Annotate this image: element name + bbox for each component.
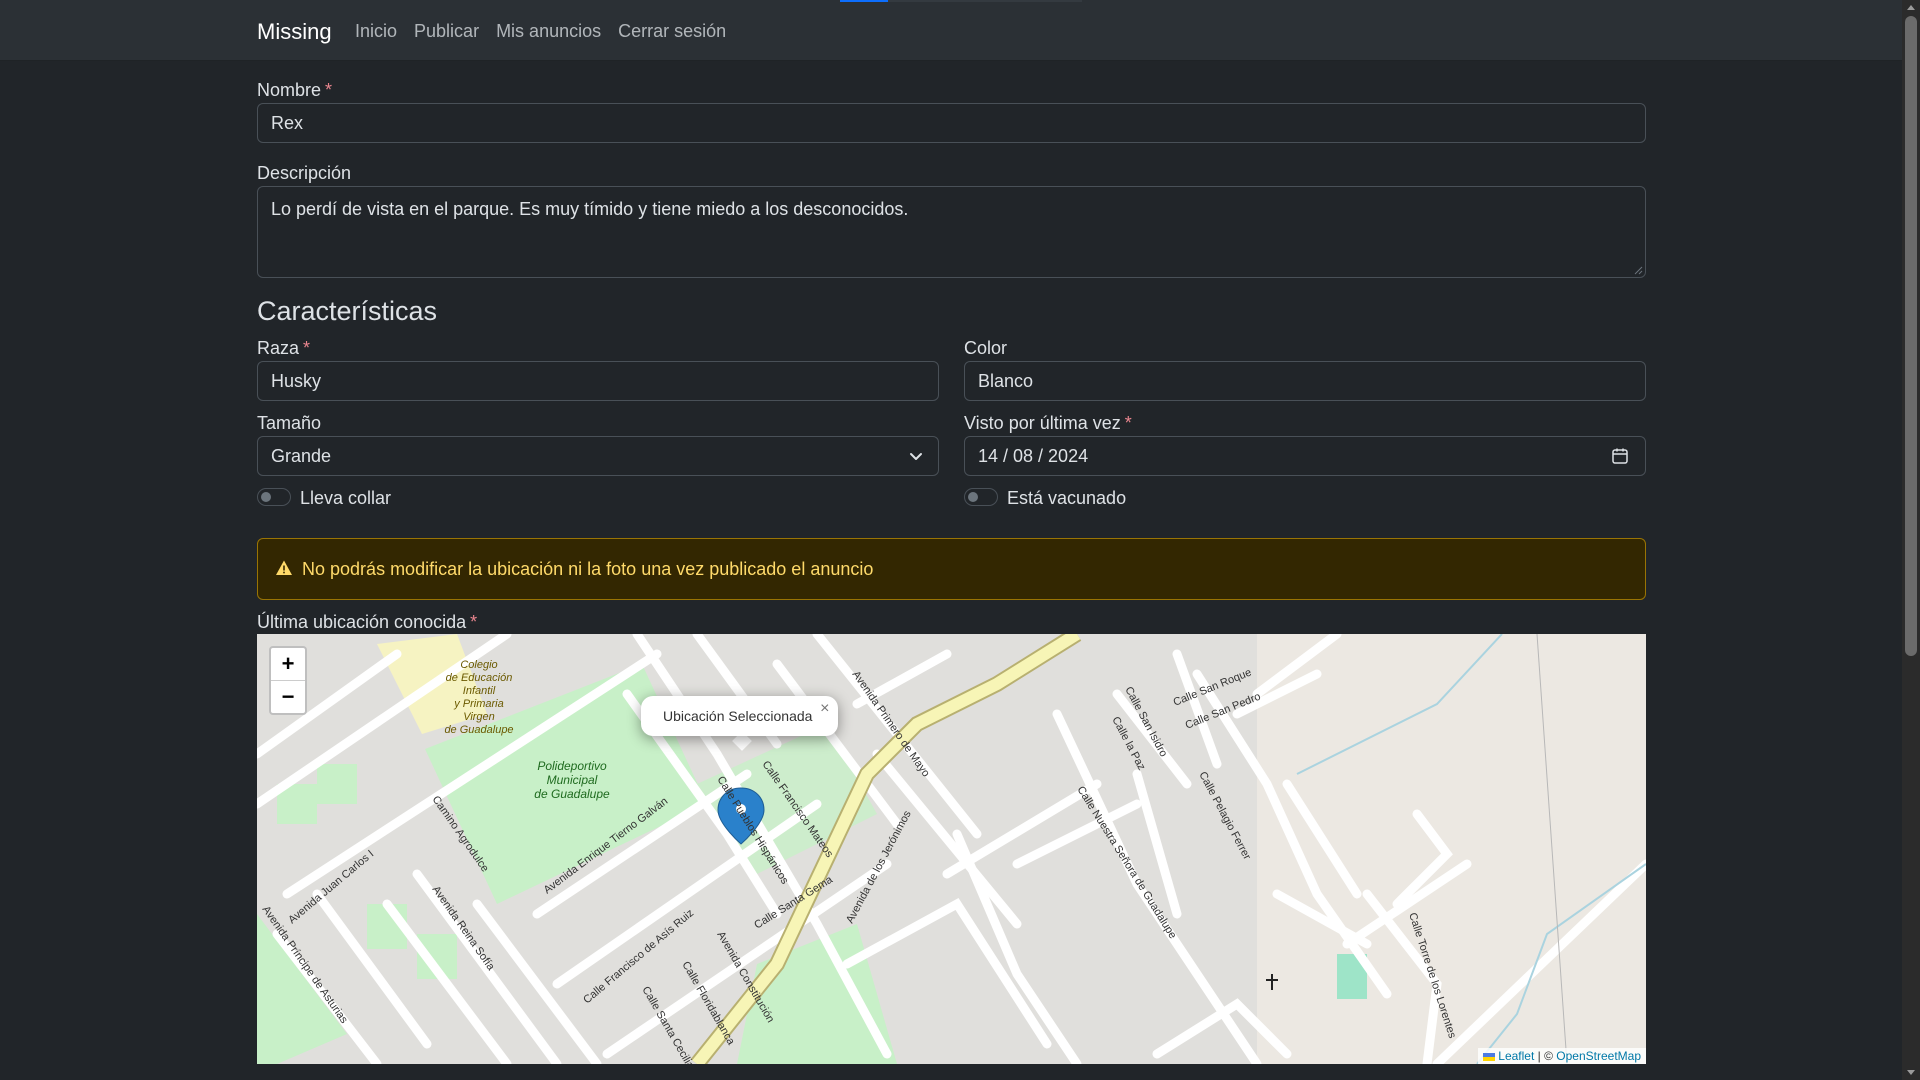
visto-date-input[interactable]: 14 / 08 / 2024 [964, 436, 1646, 476]
color-input[interactable]: Blanco [964, 361, 1646, 401]
collar-label: Lleva collar [300, 488, 392, 508]
location-map[interactable]: Colegio de Educación Infantil y Primaria Vir… [257, 634, 1646, 1064]
descripcion-textarea[interactable]: Lo perdí de vista en el parque. Es muy t… [257, 186, 1646, 278]
nav-link-publicar[interactable]: Publicar [414, 21, 479, 42]
nombre-input[interactable]: Rex [257, 103, 1646, 143]
tamano-label: Tamaño [257, 413, 322, 433]
tamano-select[interactable]: Grande [257, 436, 939, 476]
warning-text: No podrás modificar la ubicación ni la f… [302, 559, 874, 579]
raza-label: Raza * [257, 338, 311, 358]
map-attribution: Leaflet | © OpenStreetMap [1477, 1048, 1646, 1064]
nav-link-cerrar-sesion[interactable]: Cerrar sesión [618, 21, 726, 42]
navbar: Missing Inicio Publicar Mis anuncios Cer… [0, 0, 1902, 61]
popup-close-button[interactable]: × [820, 700, 829, 718]
descripcion-text: Lo perdí de vista en el parque. Es muy t… [271, 199, 909, 219]
scrollbar-thumb[interactable] [1905, 16, 1917, 656]
page-scrollbar[interactable] [1902, 0, 1920, 1080]
descripcion-label: Descripción [257, 163, 352, 183]
osm-link[interactable]: OpenStreetMap [1556, 1049, 1641, 1063]
leaflet-link[interactable]: Leaflet [1498, 1049, 1534, 1063]
loading-bar [840, 0, 1082, 2]
section-title: Características [257, 296, 438, 326]
warning-alert: No podrás modificar la ubicación ni la f… [257, 538, 1646, 600]
chevron-down-icon [910, 453, 922, 460]
zoom-in-button[interactable]: + [271, 648, 305, 681]
zoom-controls: + − [269, 646, 307, 715]
popup-text: Ubicación Seleccionada [663, 708, 813, 724]
resize-grip-icon[interactable] [1633, 265, 1643, 275]
ubicacion-label: Última ubicación conocida * [257, 612, 478, 632]
visto-date-value: 14 / 08 / 2024 [978, 446, 1089, 466]
vacunado-label: Está vacunado [1007, 488, 1127, 508]
calendar-icon[interactable] [1611, 447, 1629, 465]
location-popup: Ubicación Seleccionada × [641, 696, 839, 736]
nombre-label: Nombre * [257, 80, 333, 100]
vacunado-switch[interactable] [964, 488, 998, 506]
nav-link-mis-anuncios[interactable]: Mis anuncios [496, 21, 601, 42]
map-tiles[interactable]: Colegio de Educación Infantil y Primaria Vir… [257, 634, 1646, 1064]
tamano-value: Grande [271, 446, 332, 466]
scroll-up-icon[interactable] [1907, 5, 1915, 10]
scroll-down-icon[interactable] [1907, 1070, 1915, 1075]
zoom-out-button[interactable]: − [271, 681, 305, 713]
visto-label: Visto por última vez * [964, 413, 1132, 433]
warning-icon [276, 560, 292, 575]
nav-link-inicio[interactable]: Inicio [355, 21, 397, 42]
raza-input[interactable]: Husky [257, 361, 939, 401]
color-label: Color [964, 338, 1008, 358]
nav-links: Inicio Publicar Mis anuncios Cerrar sesi… [355, 21, 726, 42]
attribution-separator: | © [1537, 1049, 1553, 1063]
collar-switch[interactable] [257, 488, 291, 506]
ukraine-flag-icon [1482, 1053, 1495, 1061]
brand-logo[interactable]: Missing [257, 19, 332, 45]
